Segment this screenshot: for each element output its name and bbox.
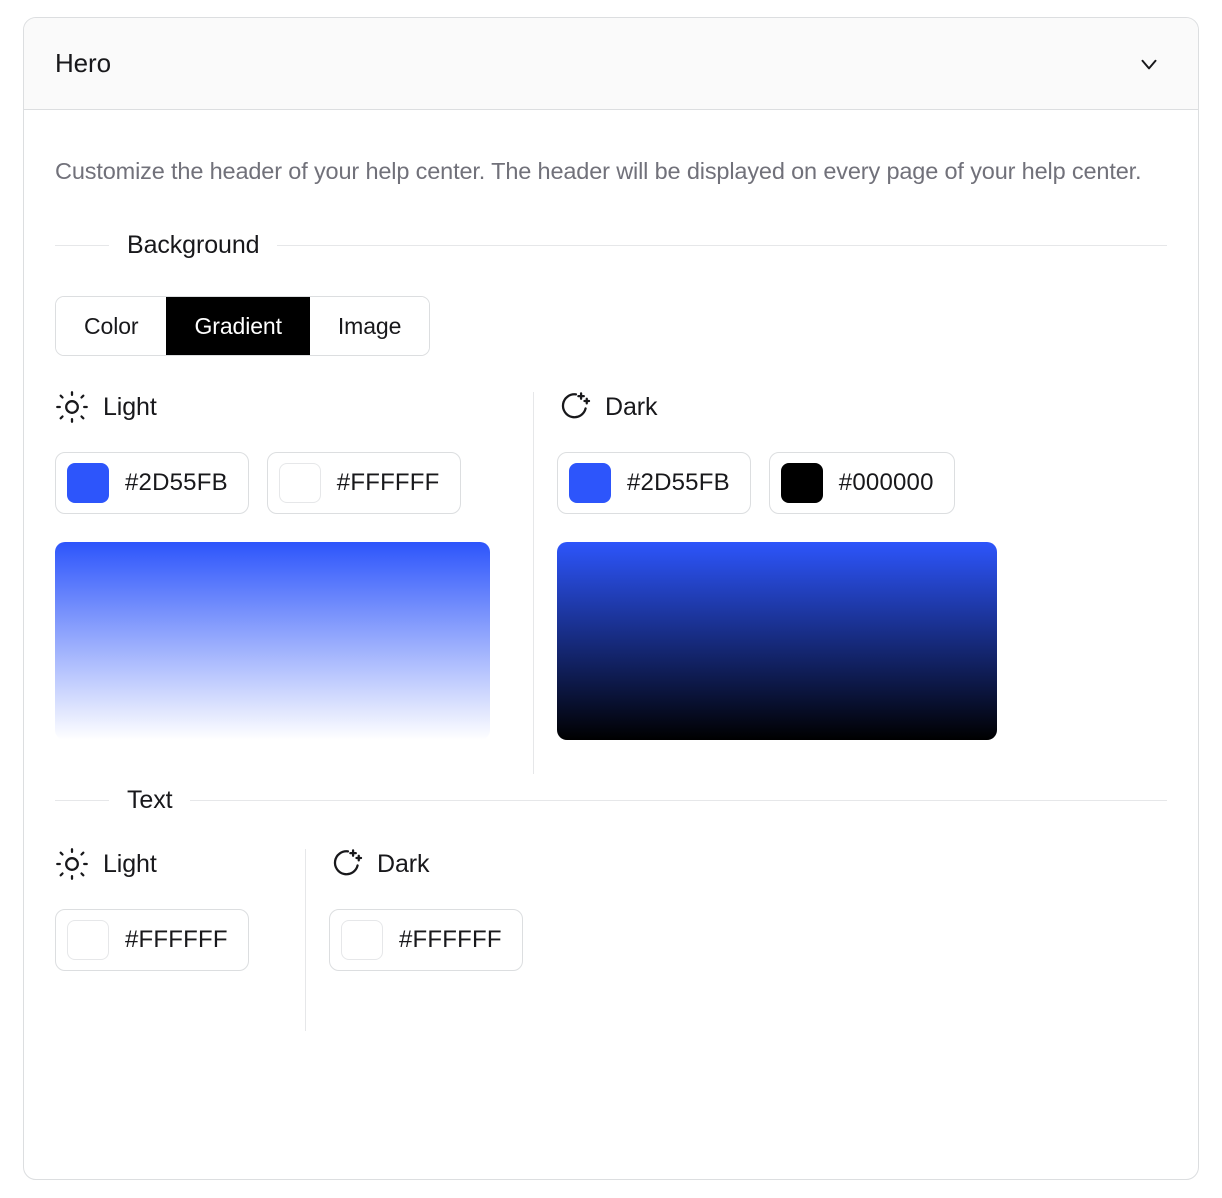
background-type-segmented-control[interactable]: Color Gradient Image [55,296,431,356]
text-dark-label: Dark [377,849,430,878]
color-swatch[interactable] [278,463,321,503]
hex-value: #FFFFFF [399,926,502,953]
divider-right [277,245,1167,246]
chevron-down-icon [1136,51,1162,77]
text-section-heading: Text [55,786,1167,815]
background-light-label: Light [103,392,157,421]
background-section-label: Background [127,231,260,259]
text-light-header: Light [55,847,293,881]
hero-settings-card: Hero Customize the header of your help c… [23,17,1199,1180]
hex-value: #000000 [838,469,934,496]
collapse-toggle-button[interactable] [1132,47,1166,81]
color-swatch[interactable] [67,920,109,960]
hex-value: #FFFFFF [125,926,228,953]
color-swatch[interactable] [67,463,109,503]
color-swatch[interactable] [569,463,611,503]
background-light-color-field-1[interactable]: #2D55FB [55,452,249,514]
bottom-spacer [55,971,1167,1027]
card-body: Customize the header of your help center… [24,110,1198,1031]
sun-icon [55,390,89,424]
color-swatch[interactable] [780,463,823,503]
text-dark-header: Dark [329,847,523,881]
background-dark-color-field-2[interactable]: #000000 [768,452,955,514]
background-dark-gradient-preview [557,542,997,740]
color-swatch[interactable] [341,920,383,960]
background-theme-grid: Light #2D55FB #FFFFFF Dark #2D55FB #0000… [55,390,1167,774]
hex-value: #FFFFFF [336,469,440,496]
background-dark-header: Dark [557,390,997,424]
background-dark-label: Dark [605,392,658,421]
segment-gradient[interactable]: Gradient [166,297,310,355]
segment-color[interactable]: Color [56,297,167,355]
segment-image[interactable]: Image [309,297,430,355]
text-dark-color-field-1[interactable]: #FFFFFF [329,909,523,971]
background-light-color-fields: #2D55FB #FFFFFF [55,452,521,514]
background-light-column: Light #2D55FB #FFFFFF [55,390,521,740]
background-dark-color-field-1[interactable]: #2D55FB [557,452,751,514]
divider-left [55,800,109,801]
background-section-heading: Background [55,231,1167,260]
background-column-divider [533,392,534,774]
hex-value: #2D55FB [627,469,730,496]
section-description: Customize the header of your help center… [55,158,1142,184]
card-header[interactable]: Hero [24,18,1198,110]
background-dark-color-fields: #2D55FB #000000 [557,452,997,514]
text-light-label: Light [103,849,157,878]
background-light-color-field-2[interactable]: #FFFFFF [266,452,461,514]
page-title: Hero [55,48,111,78]
text-column-divider [305,849,306,1031]
background-light-header: Light [55,390,521,424]
sun-icon [55,847,89,881]
text-light-color-field-1[interactable]: #FFFFFF [55,909,249,971]
text-light-color-fields: #FFFFFF [55,909,293,971]
background-dark-column: Dark #2D55FB #000000 [557,390,997,740]
text-section-label: Text [127,786,173,814]
moon-stars-icon [557,390,591,424]
divider-left [55,245,109,246]
moon-stars-icon [329,847,363,881]
background-light-gradient-preview [55,542,490,740]
divider-right [190,800,1167,801]
text-dark-color-fields: #FFFFFF [329,909,523,971]
text-theme-grid: Light #FFFFFF Dark #FFFFFF [55,847,1167,1031]
text-light-column: Light #FFFFFF [55,847,293,971]
hex-value: #2D55FB [125,469,228,496]
text-dark-column: Dark #FFFFFF [329,847,523,971]
